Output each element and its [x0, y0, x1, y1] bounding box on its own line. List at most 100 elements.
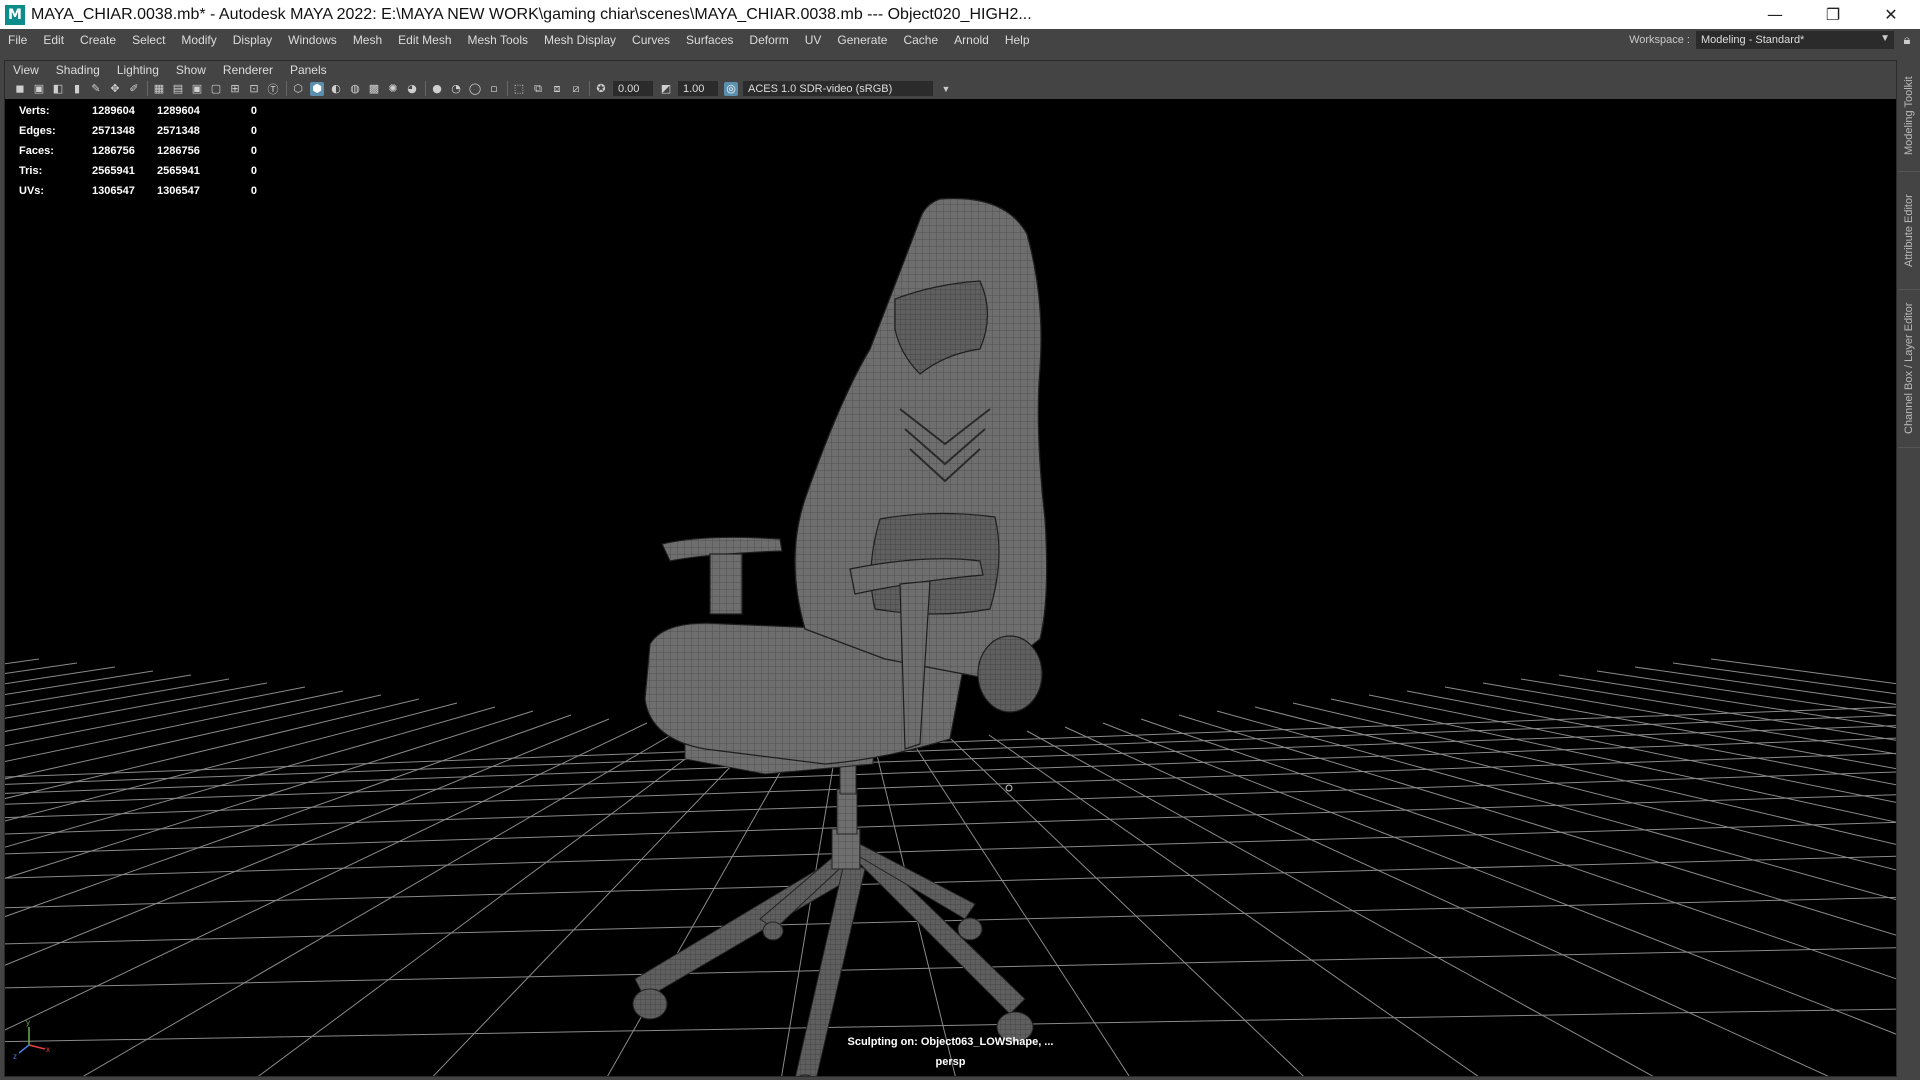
lock-icon[interactable]: 🔒︎ — [1894, 32, 1920, 48]
camera-select-icon[interactable]: ◼ — [13, 82, 27, 96]
hud-row-tris: Tris: 2565941 2565941 0 — [19, 161, 257, 181]
grid-line — [5, 821, 1896, 879]
backface-culling-icon[interactable]: ⧄ — [569, 82, 583, 96]
panel-menu-show[interactable]: Show — [168, 63, 215, 77]
tab-modeling-toolkit[interactable]: Modeling Toolkit — [1898, 60, 1920, 172]
menu-curves[interactable]: Curves — [624, 33, 678, 47]
hud-value: 0 — [250, 125, 257, 137]
grid-line — [1596, 670, 1896, 717]
hud-value: 2565941 — [157, 165, 200, 177]
menu-help[interactable]: Help — [997, 33, 1038, 47]
chevron-down-icon: ▼ — [1880, 32, 1890, 44]
camera-lock-icon[interactable]: ▣ — [32, 82, 46, 96]
hud-value: 1306547 — [92, 185, 135, 197]
view-transform-field[interactable]: ACES 1.0 SDR-video (sRGB) — [743, 81, 933, 96]
grid-line — [5, 722, 648, 1031]
bookmark-icon[interactable]: ▮ — [70, 82, 84, 96]
grid-line — [432, 734, 762, 1076]
gamma-icon[interactable]: ◩ — [659, 82, 673, 96]
xray-active-icon[interactable]: ⧈ — [550, 82, 564, 96]
hud-value: 1286756 — [157, 145, 200, 157]
menu-edit-mesh[interactable]: Edit Mesh — [390, 33, 459, 47]
exposure-field[interactable]: 0.00 — [613, 81, 653, 96]
grid-line — [1216, 710, 1896, 901]
smooth-shade-icon[interactable]: ⬢ — [310, 81, 324, 96]
wireframe-icon[interactable]: ⬡ — [291, 82, 305, 96]
anti-aliasing-icon[interactable]: ◯ — [468, 82, 482, 96]
window-title: MAYA_CHIAR.0038.mb* - Autodesk MAYA 2022… — [31, 5, 1032, 23]
menu-arnold[interactable]: Arnold — [946, 33, 997, 47]
tab-attribute-editor[interactable]: Attribute Editor — [1898, 172, 1920, 290]
grease-pencil-icon[interactable]: ✐ — [127, 82, 141, 96]
menu-mesh[interactable]: Mesh — [345, 33, 390, 47]
hud-label: Tris: — [19, 165, 43, 177]
field-chart-icon[interactable]: ⊞ — [228, 82, 242, 96]
tab-channel-box-layer-editor[interactable]: Channel Box / Layer Editor — [1898, 290, 1920, 448]
menu-select[interactable]: Select — [124, 33, 173, 47]
hud-row-faces: Faces: 1286756 1286756 0 — [19, 141, 257, 161]
viewport-panel: View Shading Lighting Show Renderer Pane… — [4, 60, 1897, 1077]
menu-windows[interactable]: Windows — [280, 33, 345, 47]
resolution-gate-icon[interactable]: ▣ — [190, 82, 204, 96]
panel-menu-shading[interactable]: Shading — [48, 63, 109, 77]
film-gate-icon[interactable]: ▤ — [171, 82, 185, 96]
xray-joints-icon[interactable]: ⧉ — [531, 82, 545, 96]
menu-modify[interactable]: Modify — [173, 33, 224, 47]
wireframe-on-shaded-icon[interactable]: ◐ — [329, 82, 343, 96]
panel-menu-lighting[interactable]: Lighting — [109, 63, 168, 77]
safe-action-icon[interactable]: ⊡ — [247, 82, 261, 96]
scene-render: y x z — [5, 197, 1896, 1076]
menu-mesh-display[interactable]: Mesh Display — [536, 33, 624, 47]
camera-attributes-icon[interactable]: ◧ — [51, 82, 65, 96]
motion-blur-icon[interactable]: ◔ — [449, 82, 463, 96]
gamma-field[interactable]: 1.00 — [678, 81, 718, 96]
menu-uv[interactable]: UV — [797, 33, 830, 47]
ambient-occlusion-icon[interactable]: ● — [430, 82, 444, 96]
xray-icon[interactable]: ▩ — [367, 82, 381, 96]
3d-viewport[interactable]: y x z Verts: 1289604 1289604 0 Edges: 25… — [5, 99, 1896, 1076]
grid-line — [1140, 718, 1896, 980]
workspace-selector: Workspace : Modeling - Standard* ▼ 🔒︎ — [1629, 29, 1920, 50]
chevron-down-icon[interactable]: ▼ — [939, 82, 953, 96]
safe-title-icon[interactable]: Ⓣ — [266, 82, 280, 96]
hud-value: 1289604 — [92, 105, 135, 117]
isolate-select-icon[interactable]: ⬚ — [512, 82, 526, 96]
shadows-icon[interactable]: ◕ — [405, 82, 419, 96]
workspace-dropdown[interactable]: Modeling - Standard* ▼ — [1696, 30, 1894, 49]
hud-row-uvs: UVs: 1306547 1306547 0 — [19, 181, 257, 201]
minimize-icon[interactable]: — — [1746, 0, 1804, 29]
right-side-tabs: Modeling Toolkit Attribute Editor Channe… — [1898, 60, 1920, 1080]
grid-line — [5, 690, 344, 762]
panel-menu-view[interactable]: View — [5, 63, 48, 77]
toolbar-shelf-gap — [0, 50, 1920, 60]
color-management-icon[interactable]: ◎ — [724, 81, 738, 96]
exposure-icon[interactable]: ✪ — [594, 82, 608, 96]
textured-icon[interactable]: ◍ — [348, 82, 362, 96]
close-icon[interactable]: ✕ — [1862, 0, 1920, 29]
pivot-marker-icon[interactable] — [1005, 784, 1013, 792]
menu-display[interactable]: Display — [225, 33, 280, 47]
menu-surfaces[interactable]: Surfaces — [678, 33, 741, 47]
menu-file[interactable]: File — [0, 33, 35, 47]
grid-line — [1672, 662, 1896, 695]
panel-menu-panels[interactable]: Panels — [282, 63, 336, 77]
grid-line — [1254, 706, 1896, 871]
menu-deform[interactable]: Deform — [741, 33, 796, 47]
grid-icon[interactable]: ▦ — [152, 82, 166, 96]
menu-create[interactable]: Create — [72, 33, 124, 47]
toolbar-separator — [589, 81, 590, 96]
menu-cache[interactable]: Cache — [895, 33, 946, 47]
depth-of-field-icon[interactable]: ▫ — [487, 82, 501, 96]
poly-count-hud: Verts: 1289604 1289604 0 Edges: 2571348 … — [19, 101, 257, 201]
2d-pan-zoom-icon[interactable]: ✥ — [108, 82, 122, 96]
lights-icon[interactable]: ✺ — [386, 82, 400, 96]
menu-mesh-tools[interactable]: Mesh Tools — [460, 33, 536, 47]
menu-generate[interactable]: Generate — [829, 33, 895, 47]
menu-edit[interactable]: Edit — [35, 33, 72, 47]
restore-icon[interactable]: ❐ — [1804, 0, 1862, 29]
panel-menu-renderer[interactable]: Renderer — [215, 63, 282, 77]
panel-menu-bar: View Shading Lighting Show Renderer Pane… — [5, 61, 1896, 78]
image-plane-icon[interactable]: ✎ — [89, 82, 103, 96]
hud-value: 1286756 — [92, 145, 135, 157]
gate-mask-icon[interactable]: ▢ — [209, 82, 223, 96]
